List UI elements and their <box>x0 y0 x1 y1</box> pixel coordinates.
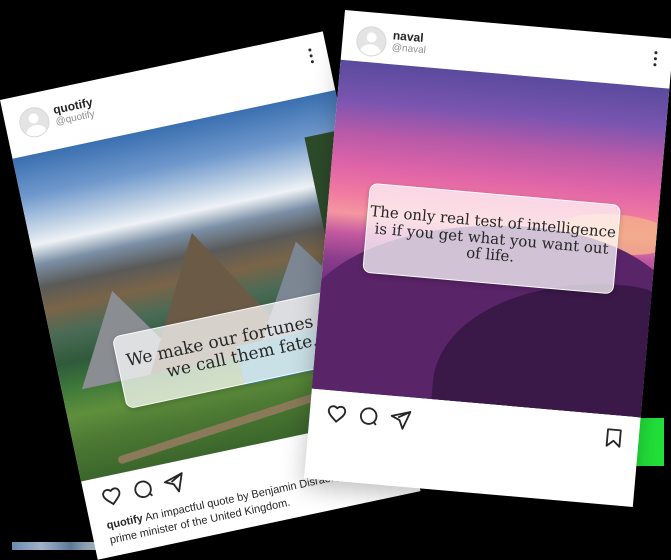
avatar[interactable] <box>355 25 388 58</box>
more-options-icon[interactable] <box>306 48 316 69</box>
post-image: The only real test of intelligence is if… <box>311 59 670 418</box>
comment-icon[interactable] <box>357 405 381 429</box>
more-options-icon[interactable] <box>651 51 659 71</box>
heart-icon[interactable] <box>99 483 125 509</box>
post-card-naval: naval @naval The only real test of intel… <box>304 10 671 507</box>
user-handle: @naval <box>391 42 427 57</box>
avatar[interactable] <box>16 104 53 141</box>
share-icon[interactable] <box>161 470 187 496</box>
comment-icon[interactable] <box>130 477 156 503</box>
heart-icon[interactable] <box>325 402 349 426</box>
background-thumbnail-strip <box>12 542 100 550</box>
bookmark-icon[interactable] <box>602 426 626 450</box>
share-icon[interactable] <box>389 407 413 431</box>
